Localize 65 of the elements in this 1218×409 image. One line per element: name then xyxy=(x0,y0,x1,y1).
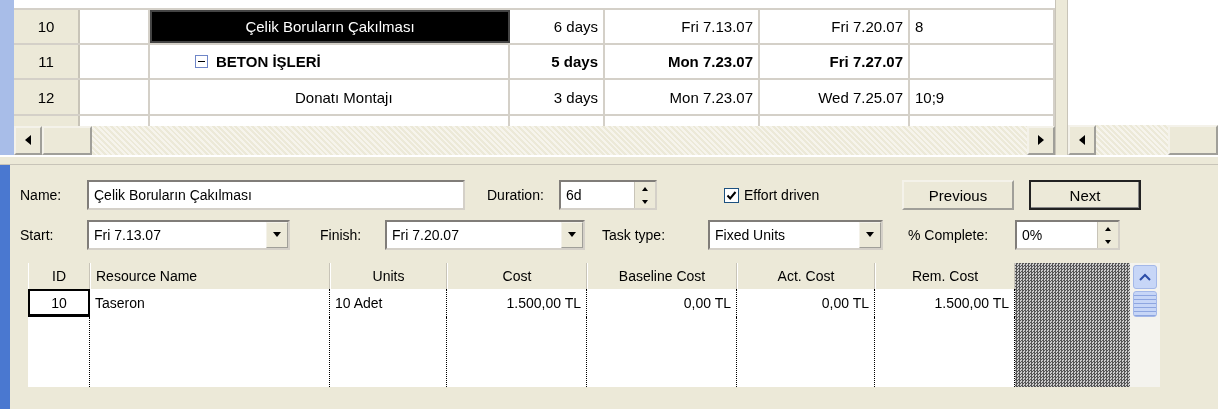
row-number: 11 xyxy=(14,45,80,79)
scroll-left-button[interactable] xyxy=(14,125,42,155)
finish-label: Finish: xyxy=(320,227,363,243)
row-number: 12 xyxy=(14,80,80,114)
up-arrow-icon xyxy=(1105,226,1111,231)
effort-driven-checkbox[interactable]: Effort driven xyxy=(724,187,902,203)
start-cell: Mon 7.23.07 xyxy=(605,45,760,79)
dropdown-arrow-icon xyxy=(567,232,577,238)
table-cell: Taseron xyxy=(90,289,330,317)
spin-buttons[interactable] xyxy=(1097,222,1118,248)
table-cell: 0,00 TL xyxy=(587,289,737,317)
start-cell: Fri 7.13.07 xyxy=(605,9,760,44)
duration-field[interactable]: 6d xyxy=(559,180,657,210)
finish-cell: Fri 7.27.07 xyxy=(760,45,910,79)
table-cell: 1.500,00 TL xyxy=(447,289,587,317)
row-number: 10 xyxy=(14,9,80,44)
column-header[interactable]: Act. Cost xyxy=(737,263,875,289)
task-name: Çelik Boruların Çakılması xyxy=(245,18,415,35)
finish-cell: Wed 7.25.07 xyxy=(760,80,910,114)
scroll-left-button[interactable] xyxy=(1068,125,1096,155)
dropdown-arrow-icon xyxy=(865,232,875,238)
up-arrow-icon xyxy=(642,186,648,191)
up-chevron-icon xyxy=(1139,273,1151,281)
check-icon xyxy=(726,189,737,201)
task-name: Donatı Montajı xyxy=(294,88,393,106)
horizontal-scrollbar[interactable] xyxy=(14,125,1055,155)
task-name: BETON İŞLERİ xyxy=(216,53,321,71)
column-header[interactable]: Cost xyxy=(447,263,587,289)
start-label: Start: xyxy=(20,227,55,243)
column-header[interactable]: Baseline Cost xyxy=(587,263,737,289)
dropdown-arrow-icon xyxy=(272,232,282,238)
duration-cell: 5 days xyxy=(510,45,605,79)
scroll-up-button[interactable] xyxy=(1133,265,1157,289)
right-arrow-icon xyxy=(1038,135,1044,146)
table-cell: 0,00 TL xyxy=(737,289,875,317)
column-header[interactable]: ID xyxy=(28,263,90,289)
task-type-label: Task type: xyxy=(602,227,667,243)
duration-cell: 3 days xyxy=(510,80,605,114)
column-header[interactable]: Resource Name xyxy=(90,263,330,289)
percent-complete-field[interactable]: 0% xyxy=(1015,220,1120,250)
left-arrow-icon xyxy=(25,135,31,146)
name-field[interactable]: Çelik Boruların Çakılması xyxy=(87,180,465,210)
name-label: Name: xyxy=(20,187,63,203)
previous-button[interactable]: Previous xyxy=(902,180,1014,210)
column-header[interactable]: Units xyxy=(330,263,447,289)
spin-buttons[interactable] xyxy=(634,182,655,208)
finish-cell: Fri 7.20.07 xyxy=(760,9,910,44)
scroll-right-button[interactable] xyxy=(1027,125,1055,155)
row-header-cell xyxy=(14,115,80,126)
scroll-thumb[interactable] xyxy=(1133,291,1157,317)
duration-label: Duration: xyxy=(487,187,545,203)
finish-dropdown[interactable]: Fri 7.20.07 xyxy=(385,220,585,250)
collapse-icon[interactable] xyxy=(195,55,208,69)
table-cell: 10 xyxy=(28,289,90,317)
task-type-dropdown[interactable]: Fixed Units xyxy=(708,220,883,250)
next-button[interactable]: Next xyxy=(1029,180,1141,210)
duration-cell: 6 days xyxy=(510,9,605,44)
table-cell: 10 Adet xyxy=(330,289,447,317)
down-arrow-icon xyxy=(1105,239,1111,244)
horizontal-scrollbar[interactable] xyxy=(1068,125,1218,155)
left-arrow-icon xyxy=(1079,135,1085,145)
start-cell: Mon 7.23.07 xyxy=(605,80,760,114)
start-dropdown[interactable]: Fri 7.13.07 xyxy=(87,220,290,250)
down-arrow-icon xyxy=(642,199,648,204)
percent-complete-label: % Complete: xyxy=(908,227,990,243)
